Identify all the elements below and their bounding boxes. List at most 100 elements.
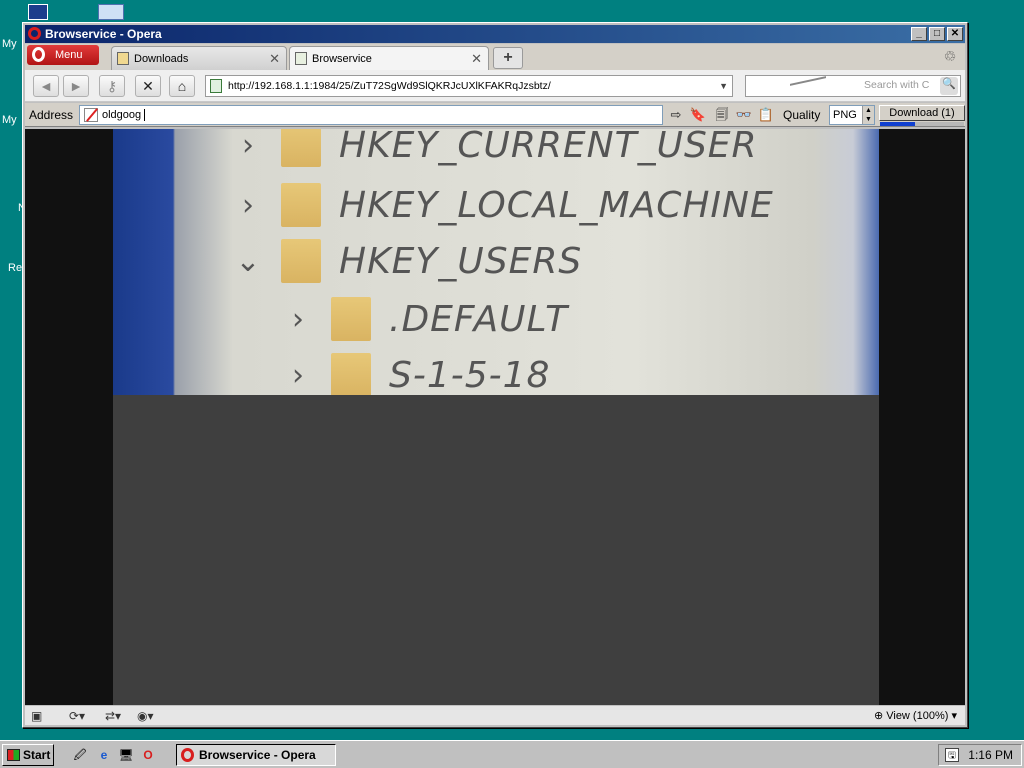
address-value: oldgoog xyxy=(102,109,142,121)
folder-icon xyxy=(281,239,321,283)
chevron-down-icon[interactable]: ▼ xyxy=(719,76,728,96)
desktop-icon[interactable]: 🖥 xyxy=(118,747,134,763)
turbo-icon[interactable]: ◉▾ xyxy=(137,708,154,724)
desktop-icon-label: My xyxy=(2,38,17,50)
clipboard-icon[interactable]: 📋 xyxy=(757,107,775,123)
url-text: http://192.168.1.1:1984/25/ZuT72SgWd9SlQ… xyxy=(228,80,551,92)
forward-button[interactable]: ► xyxy=(63,75,89,97)
registry-key-label: .DEFAULT xyxy=(389,298,569,340)
close-button[interactable]: ✕ xyxy=(947,27,963,41)
search-icon[interactable]: 🔍 xyxy=(940,77,958,95)
tab-label: Downloads xyxy=(134,53,189,65)
registry-key-label: HKEY_CURRENT_USER xyxy=(339,129,758,166)
chevron-down-icon: ▾ xyxy=(951,710,957,722)
network-status-icon[interactable]: 🖫 xyxy=(945,748,959,762)
zoom-control[interactable]: ⊕ View (100%) ▾ xyxy=(874,708,957,724)
remote-browser-view[interactable]: › HKEY_CURRENT_USER › HKEY_LOCAL_MACHINE… xyxy=(113,129,879,705)
back-button[interactable]: ◄ xyxy=(33,75,59,97)
status-bar: ▣ ⟳▾ ⇄▾ ◉▾ ⊕ View (100%) ▾ xyxy=(25,705,965,725)
registry-key-row: › HKEY_LOCAL_MACHINE xyxy=(233,183,774,227)
start-label: Start xyxy=(23,748,51,762)
browser-window: Browservice - Opera _ □ ✕ Menu Downloads… xyxy=(22,22,968,728)
opera-logo-icon xyxy=(28,27,41,40)
tab-label: Browservice xyxy=(312,53,372,65)
windows-logo-icon xyxy=(7,749,20,761)
opera-icon[interactable]: O xyxy=(140,747,156,763)
start-button[interactable]: Start xyxy=(2,744,54,766)
taskbar-item-browservice[interactable]: Browservice - Opera xyxy=(176,744,336,766)
page-icon xyxy=(210,79,222,93)
computer-icon[interactable] xyxy=(28,4,48,20)
opera-menu-button[interactable]: Menu xyxy=(27,45,99,65)
spinner-icon[interactable]: ▲ ▼ xyxy=(862,106,874,124)
quality-label: Quality xyxy=(783,108,821,122)
new-tab-button[interactable]: + xyxy=(493,47,523,69)
go-icon[interactable]: ⇨ xyxy=(667,107,685,123)
desktop-icon-label: My xyxy=(2,114,17,126)
folder-icon xyxy=(331,297,371,341)
navigation-bar: ◄ ► ⚷ ✕ ⌂ http://192.168.1.1:1984/25/ZuT… xyxy=(25,70,965,102)
minimize-button[interactable]: _ xyxy=(911,27,927,41)
download-progress-fill xyxy=(880,122,916,126)
title-bar[interactable]: Browservice - Opera _ □ ✕ xyxy=(25,25,965,43)
address-label: Address xyxy=(29,108,74,122)
tab-strip: Menu Downloads ✕ Browservice ✕ + ♲ xyxy=(25,44,965,70)
text-caret xyxy=(144,109,146,122)
sync-icon[interactable]: ⟳▾ xyxy=(69,708,85,724)
tab-close-icon[interactable]: ✕ xyxy=(269,51,280,67)
tab-close-icon[interactable]: ✕ xyxy=(471,51,482,67)
key-icon[interactable]: ⚷ xyxy=(99,75,125,97)
internet-explorer-icon[interactable]: e xyxy=(96,747,112,763)
quality-select[interactable]: PNG ▲ ▼ xyxy=(829,105,875,125)
chevron-right-icon: › xyxy=(292,357,304,393)
opera-logo-icon xyxy=(181,748,194,762)
registry-photo: › HKEY_CURRENT_USER › HKEY_LOCAL_MACHINE… xyxy=(113,129,879,395)
home-button[interactable]: ⌂ xyxy=(169,75,195,97)
address-input[interactable]: oldgoog xyxy=(79,105,663,125)
chevron-right-icon: › xyxy=(242,187,254,223)
page-content[interactable]: › HKEY_CURRENT_USER › HKEY_LOCAL_MACHINE… xyxy=(25,129,965,705)
task-label: Browservice - Opera xyxy=(199,748,316,762)
search-input[interactable]: Search with C xyxy=(864,79,939,91)
tab-browservice[interactable]: Browservice ✕ xyxy=(289,46,489,70)
chevron-right-icon: › xyxy=(292,301,304,337)
bookmark-icon[interactable]: 🔖 xyxy=(689,107,707,123)
registry-key-row: ⌄ HKEY_USERS xyxy=(233,239,582,283)
clock[interactable]: 1:16 PM xyxy=(968,745,1013,765)
chevron-right-icon: › xyxy=(242,129,254,163)
url-field[interactable]: http://192.168.1.1:1984/25/ZuT72SgWd9SlQ… xyxy=(205,75,733,97)
network-icon[interactable] xyxy=(98,4,124,20)
folder-icon xyxy=(331,353,371,395)
stop-button[interactable]: ✕ xyxy=(135,75,161,97)
registry-key-label: S-1-5-18 xyxy=(389,354,551,396)
insecure-icon xyxy=(84,108,98,122)
registry-key-label: HKEY_LOCAL_MACHINE xyxy=(339,184,774,226)
trash-icon[interactable]: ♲ xyxy=(941,48,959,66)
registry-key-row: › S-1-5-18 xyxy=(283,353,550,395)
quality-value: PNG xyxy=(833,109,857,121)
folder-icon xyxy=(281,129,321,167)
zoom-label: View (100%) xyxy=(886,710,949,722)
browservice-address-bar: Address oldgoog ⇨ 🔖 🗐 👓 📋 Quality PNG ▲ ▼… xyxy=(25,103,965,127)
tab-downloads[interactable]: Downloads ✕ xyxy=(111,46,287,70)
download-progress-bar xyxy=(880,122,964,126)
binoculars-icon[interactable]: 👓 xyxy=(735,107,753,123)
taskbar: Start 🖉 e 🖥 O Browservice - Opera 🖫 1:16… xyxy=(0,740,1024,768)
registry-key-row: › .DEFAULT xyxy=(283,297,568,341)
zoom-icon: ⊕ xyxy=(873,710,884,722)
registry-key-row: › HKEY_CURRENT_USER xyxy=(233,129,758,167)
page-icon xyxy=(295,52,307,65)
search-engine-logo-icon xyxy=(790,76,826,96)
find-icon[interactable]: 🗐 xyxy=(713,107,731,123)
search-field[interactable]: Search with C 🔍 xyxy=(745,75,961,97)
opera-logo-icon xyxy=(32,47,45,62)
window-title: Browservice - Opera xyxy=(45,27,162,41)
network-icon[interactable]: ⇄▾ xyxy=(105,708,121,724)
panel-toggle-icon[interactable]: ▣ xyxy=(31,708,42,724)
maximize-button[interactable]: □ xyxy=(929,27,945,41)
registry-key-label: HKEY_USERS xyxy=(339,240,583,282)
download-button[interactable]: Download (1) xyxy=(879,105,965,121)
folder-icon xyxy=(281,183,321,227)
chevron-down-icon: ⌄ xyxy=(235,243,261,279)
show-desktop-icon[interactable]: 🖉 xyxy=(72,747,88,763)
